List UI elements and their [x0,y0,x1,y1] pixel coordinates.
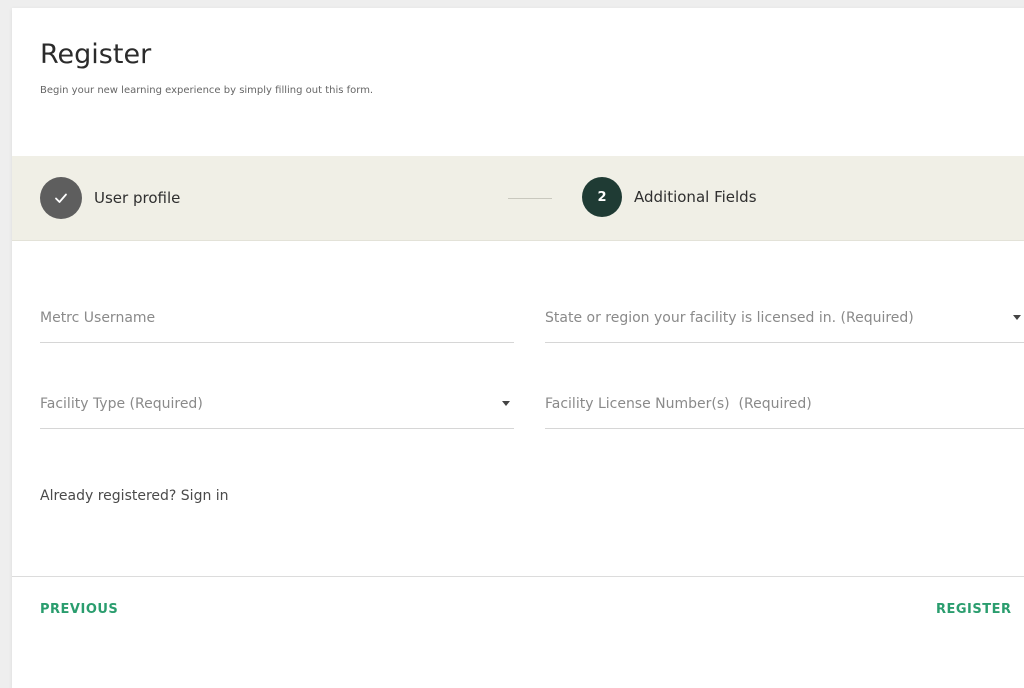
state-select[interactable]: State or region your facility is license… [545,298,1024,343]
register-button[interactable]: REGISTER [936,602,1012,617]
stepper: User profile 2 Additional Fields [12,156,1024,241]
state-select-placeholder: State or region your facility is license… [545,310,914,326]
previous-button[interactable]: PREVIOUS [40,602,118,617]
signin-link[interactable]: Sign in [181,488,229,504]
dropdown-arrow-icon [1013,315,1021,320]
facility-license-input[interactable] [545,384,1024,424]
step-user-profile[interactable]: User profile [40,177,180,219]
register-card: Register Begin your new learning experie… [12,8,1024,688]
form-header: Register Begin your new learning experie… [40,38,373,96]
metrc-username-field[interactable] [40,298,514,343]
facility-type-placeholder: Facility Type (Required) [40,396,203,412]
facility-license-field[interactable] [545,384,1024,429]
signin-prompt-text: Already registered? [40,488,177,504]
step-label: Additional Fields [634,188,757,206]
footer-divider [12,576,1024,577]
page-title: Register [40,39,152,70]
signin-prompt: Already registered? Sign in [40,488,229,504]
dropdown-arrow-icon [502,401,510,406]
page-subtitle: Begin your new learning experience by si… [40,85,374,96]
step-label: User profile [94,189,181,207]
metrc-username-input[interactable] [40,298,514,338]
step-additional-fields[interactable]: 2 Additional Fields [582,177,757,217]
step-connector [508,198,552,199]
step-number: 2 [582,177,622,217]
facility-type-select[interactable]: Facility Type (Required) [40,384,514,429]
check-icon [40,177,82,219]
